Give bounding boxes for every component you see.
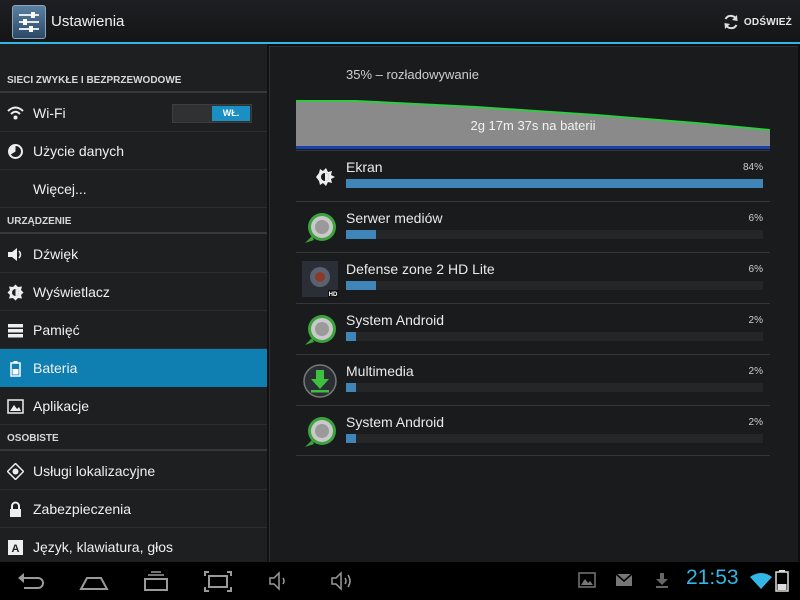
refresh-label: ODŚWIEŻ [743, 16, 792, 28]
usage-row-media-server[interactable]: Serwer mediów 6% [296, 201, 770, 252]
sidebar-item-label: Język, klawiatura, głos [33, 539, 174, 555]
wifi-icon [7, 106, 24, 120]
sidebar-item-apps[interactable]: Aplikacje [0, 387, 267, 425]
language-icon: A [8, 540, 23, 555]
android-system-icon [305, 417, 336, 447]
usage-bar-track [346, 281, 763, 290]
usage-bar-fill [346, 179, 763, 188]
wifi-signal-icon [750, 573, 772, 589]
settings-app-icon[interactable] [12, 5, 46, 39]
usage-bar-track [346, 230, 763, 239]
clock: 21:53 [686, 566, 739, 589]
usage-bar-track [346, 332, 763, 341]
wifi-toggle[interactable]: WŁ. [172, 104, 252, 123]
usage-percent: 6% [748, 264, 763, 275]
system-navigation-bar [0, 562, 800, 600]
svg-text:A: A [12, 543, 20, 555]
recent-apps-icon[interactable] [141, 570, 171, 592]
gallery-icon[interactable] [578, 572, 596, 588]
usage-bar-fill [346, 281, 376, 290]
lock-icon [10, 501, 21, 517]
android-system-icon [305, 315, 336, 345]
download-icon [303, 364, 337, 398]
sidebar-item-location[interactable]: Usługi lokalizacyjne [0, 452, 267, 490]
usage-percent: 2% [748, 417, 763, 428]
sidebar-item-more[interactable]: Więcej... [0, 170, 267, 208]
sidebar-item-storage[interactable]: Pamięć [0, 311, 267, 349]
section-header-networks: SIECI ZWYKŁE I BEZPRZEWODOWE [0, 69, 267, 93]
usage-bar-fill [346, 230, 376, 239]
usage-bar-fill [346, 332, 356, 341]
sidebar-item-label: Pamięć [33, 322, 80, 338]
sidebar-item-language[interactable]: A Język, klawiatura, głos [0, 528, 267, 566]
usage-row-multimedia[interactable]: Multimedia 2% [296, 354, 770, 405]
refresh-button[interactable]: ODŚWIEŻ [722, 12, 792, 32]
usage-row-defense-zone[interactable]: HD Defense zone 2 HD Lite 6% [296, 252, 770, 303]
back-icon[interactable] [16, 570, 46, 592]
sidebar-item-wifi[interactable]: Wi-Fi WŁ. [0, 94, 267, 132]
usage-percent: 84% [742, 162, 763, 173]
usage-percent: 6% [748, 213, 763, 224]
time-on-battery: 2g 17m 37s na baterii [470, 118, 596, 133]
sidebar-item-sound[interactable]: Dźwięk [0, 235, 267, 273]
usage-percent: 2% [748, 315, 763, 326]
sidebar-item-label: Więcej... [33, 181, 87, 197]
sidebar-item-label: Dźwięk [33, 246, 79, 262]
sidebar-item-battery[interactable]: Bateria [0, 349, 267, 387]
svg-text:HD: HD [329, 292, 338, 297]
section-header-personal: OSOBISTE [0, 427, 267, 451]
usage-name: Multimedia [346, 363, 414, 379]
sidebar-item-label: Zabezpieczenia [33, 501, 132, 517]
sidebar-item-security[interactable]: Zabezpieczenia [0, 490, 267, 528]
page-title: Ustawienia [51, 13, 125, 30]
sidebar-item-display[interactable]: Wyświetlacz [0, 273, 267, 311]
section-header-device: URZĄDZENIE [0, 210, 267, 234]
usage-row-screen[interactable]: Ekran 84% [296, 150, 770, 201]
sidebar-item-label: Aplikacje [33, 398, 90, 414]
home-icon[interactable] [78, 570, 110, 592]
toggle-on-label: WŁ. [212, 106, 250, 121]
usage-name: Serwer mediów [346, 210, 443, 226]
usage-percent: 2% [748, 366, 763, 377]
action-bar: Ustawienia ODŚWIEŻ [0, 0, 800, 44]
usage-name: Ekran [346, 159, 383, 175]
usage-row-android-system[interactable]: System Android 2% [296, 303, 770, 354]
usage-bar-track [346, 383, 763, 392]
gmail-icon[interactable] [615, 572, 633, 588]
sidebar-item-label: Bateria [33, 360, 78, 376]
sidebar-item-label: Wi-Fi [33, 105, 66, 121]
battery-icon [10, 361, 21, 377]
usage-bar-track [346, 434, 763, 443]
battery-status: 35% – rozładowywanie [346, 67, 479, 82]
brightness-icon [316, 168, 335, 186]
sidebar-item-label: Użycie danych [33, 143, 125, 159]
settings-sidebar: SIECI ZWYKŁE I BEZPRZEWODOWE Wi-Fi WŁ. U… [0, 44, 267, 566]
usage-bar-fill [346, 383, 356, 392]
screenshot-icon[interactable] [203, 570, 233, 592]
android-system-icon [305, 213, 336, 243]
usage-name: Defense zone 2 HD Lite [346, 261, 495, 277]
game-app-icon: HD [302, 261, 338, 297]
usage-bar-track [346, 179, 763, 188]
display-icon [7, 284, 24, 301]
volume-up-icon[interactable] [330, 570, 358, 592]
data-usage-icon [8, 144, 23, 159]
sidebar-item-data-usage[interactable]: Użycie danych [0, 132, 267, 170]
usage-bar-fill [346, 434, 356, 443]
download-notification-icon[interactable] [655, 572, 669, 588]
refresh-icon [724, 14, 738, 30]
storage-icon [8, 324, 23, 338]
apps-icon [7, 399, 24, 414]
location-icon [7, 463, 24, 480]
usage-row-android-system-2[interactable]: System Android 2% [296, 405, 770, 456]
sound-icon [8, 248, 22, 261]
battery-status-icon [775, 570, 789, 592]
usage-name: System Android [346, 312, 445, 328]
sidebar-item-label: Usługi lokalizacyjne [33, 463, 156, 479]
sidebar-item-label: Wyświetlacz [33, 284, 110, 300]
volume-down-icon[interactable] [268, 570, 294, 592]
usage-name: System Android [346, 414, 445, 430]
